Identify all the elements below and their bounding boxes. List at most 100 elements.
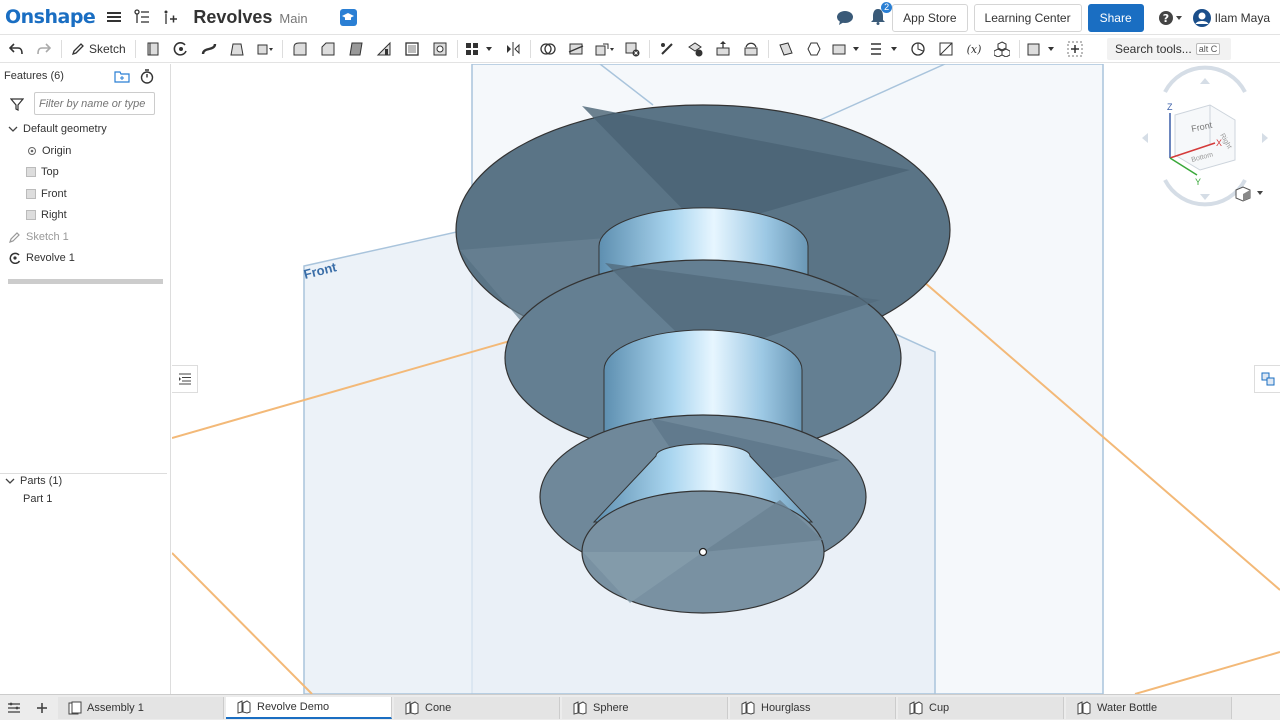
thicken-icon[interactable] bbox=[253, 38, 277, 60]
view-options-icon[interactable] bbox=[1235, 186, 1263, 202]
part-item[interactable]: Part 1 bbox=[23, 493, 52, 505]
chamfer-icon[interactable] bbox=[316, 38, 340, 60]
feature-label: Right bbox=[41, 209, 67, 221]
fillet-icon[interactable] bbox=[288, 38, 312, 60]
add-custom-feature-icon[interactable] bbox=[1063, 38, 1087, 60]
mirror-icon[interactable] bbox=[501, 38, 525, 60]
origin-point-icon[interactable] bbox=[698, 547, 708, 557]
education-badge-icon[interactable] bbox=[339, 8, 357, 26]
toolbar-divider bbox=[134, 39, 136, 58]
variable-icon[interactable]: (x) bbox=[962, 38, 986, 60]
redo-icon[interactable] bbox=[32, 38, 56, 60]
plane-dropdown-icon[interactable] bbox=[830, 38, 864, 60]
hole-icon[interactable] bbox=[428, 38, 452, 60]
transform-icon[interactable] bbox=[592, 38, 616, 60]
draft-icon[interactable] bbox=[344, 38, 368, 60]
axis-y-label: Y bbox=[1195, 177, 1201, 187]
rib-icon[interactable] bbox=[372, 38, 396, 60]
display-states-icon[interactable] bbox=[1025, 38, 1059, 60]
feature-sketch-1[interactable]: Sketch 1 bbox=[9, 231, 69, 243]
parts-header: Parts (1) bbox=[20, 475, 63, 487]
sketch-button[interactable]: Sketch bbox=[65, 38, 132, 60]
sketch-pencil-icon bbox=[9, 232, 20, 243]
delete-face-icon[interactable] bbox=[683, 38, 707, 60]
search-tools-input[interactable]: Search tools... alt C bbox=[1107, 38, 1231, 60]
branch-name[interactable]: Main bbox=[279, 11, 307, 26]
tab-sphere[interactable]: Sphere bbox=[562, 696, 728, 719]
extrude-icon[interactable] bbox=[141, 38, 165, 60]
plane-icon[interactable] bbox=[774, 38, 798, 60]
tab-label: Water Bottle bbox=[1097, 701, 1158, 714]
insert-icon[interactable] bbox=[161, 8, 179, 26]
pattern-icon[interactable] bbox=[463, 38, 497, 60]
notifications-button[interactable]: 2 bbox=[870, 1, 893, 28]
feature-revolve-1[interactable]: Revolve 1 bbox=[9, 252, 75, 264]
measure-icon[interactable] bbox=[906, 38, 930, 60]
toolbar-divider bbox=[767, 39, 769, 58]
top-plane-edge-lower bbox=[172, 552, 313, 694]
tab-cone[interactable]: Cone bbox=[394, 696, 560, 719]
section-view-icon[interactable] bbox=[934, 38, 958, 60]
feature-front-plane[interactable]: Front bbox=[26, 188, 67, 200]
boolean-icon[interactable] bbox=[536, 38, 560, 60]
axis-z-label: Z bbox=[1167, 102, 1173, 112]
tab-hourglass[interactable]: Hourglass bbox=[730, 696, 896, 719]
app-store-button[interactable]: App Store bbox=[892, 3, 968, 32]
rollback-timer-icon[interactable] bbox=[140, 69, 154, 84]
add-tab-icon[interactable] bbox=[28, 695, 56, 721]
view-cube[interactable]: Front Right Bottom Z X Y bbox=[1142, 65, 1268, 207]
replace-face-icon[interactable] bbox=[739, 38, 763, 60]
appearance-panel-button[interactable] bbox=[1254, 365, 1280, 393]
sketch-label: Sketch bbox=[89, 41, 126, 56]
version-graph-icon[interactable] bbox=[133, 8, 151, 26]
tab-manager-icon[interactable] bbox=[0, 695, 28, 721]
delete-part-icon[interactable] bbox=[620, 38, 644, 60]
undo-icon[interactable] bbox=[4, 38, 28, 60]
add-folder-icon[interactable] bbox=[114, 69, 130, 83]
loft-icon[interactable] bbox=[225, 38, 249, 60]
feature-label: Front bbox=[41, 188, 67, 200]
default-geometry-group[interactable]: Default geometry bbox=[8, 123, 107, 135]
tab-water-bottle[interactable]: Water Bottle bbox=[1066, 696, 1232, 719]
feature-filter-input[interactable] bbox=[34, 92, 155, 115]
parts-group[interactable]: Parts (1) bbox=[5, 475, 62, 487]
revolve-icon[interactable] bbox=[169, 38, 193, 60]
feature-right-plane[interactable]: Right bbox=[26, 209, 67, 221]
tab-assembly-1[interactable]: Assembly 1 bbox=[58, 696, 224, 719]
onshape-logo[interactable]: Onshape bbox=[5, 6, 96, 28]
toggle-feature-list-button[interactable] bbox=[172, 365, 198, 393]
plane-icon bbox=[26, 189, 36, 199]
list-collapse-icon bbox=[178, 373, 191, 385]
model-canvas[interactable]: Front Front Right Bottom Z X Y bbox=[172, 64, 1280, 694]
helix-icon[interactable] bbox=[868, 38, 902, 60]
document-title[interactable]: Revolves bbox=[193, 7, 272, 28]
filter-icon[interactable] bbox=[10, 97, 24, 111]
rollback-bar[interactable] bbox=[8, 279, 163, 284]
sweep-icon[interactable] bbox=[197, 38, 221, 60]
user-menu[interactable]: Ilam Maya bbox=[1192, 8, 1270, 28]
shell-icon[interactable] bbox=[400, 38, 424, 60]
custom-features-icon[interactable] bbox=[990, 38, 1014, 60]
help-icon[interactable]: ? bbox=[1158, 9, 1184, 27]
features-header: Features (6) bbox=[4, 70, 64, 82]
tab-cup[interactable]: Cup bbox=[898, 696, 1064, 719]
feature-origin[interactable]: Origin bbox=[27, 145, 71, 157]
mate-connector-icon[interactable] bbox=[802, 38, 826, 60]
avatar bbox=[1192, 8, 1211, 27]
split-icon[interactable] bbox=[564, 38, 588, 60]
axis-x-label: X bbox=[1216, 138, 1222, 148]
tab-label: Revolve Demo bbox=[257, 700, 330, 713]
partstudio-icon bbox=[1077, 700, 1091, 715]
share-button[interactable]: Share bbox=[1087, 3, 1144, 32]
feature-label: Revolve 1 bbox=[26, 252, 75, 264]
graphics-viewport[interactable]: Front Front Right Bottom Z X Y bbox=[172, 64, 1280, 694]
hamburger-menu-icon[interactable] bbox=[105, 8, 123, 26]
default-geometry-label: Default geometry bbox=[23, 123, 107, 135]
feature-top-plane[interactable]: Top bbox=[26, 166, 59, 178]
svg-text:?: ? bbox=[1162, 12, 1168, 25]
learning-center-button[interactable]: Learning Center bbox=[973, 3, 1082, 32]
tab-revolve-demo[interactable]: Revolve Demo bbox=[226, 696, 392, 719]
modify-fillet-icon[interactable] bbox=[655, 38, 679, 60]
comments-icon[interactable] bbox=[836, 9, 854, 27]
move-face-icon[interactable] bbox=[711, 38, 735, 60]
